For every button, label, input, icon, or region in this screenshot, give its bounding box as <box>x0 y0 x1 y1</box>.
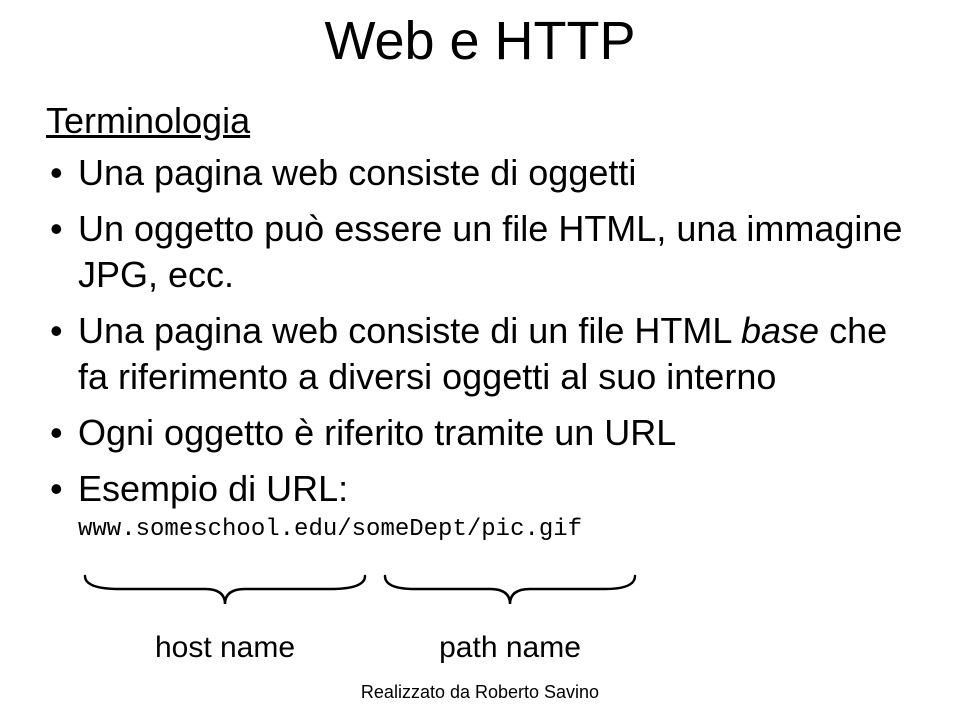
list-item: Esempio di URL: www.someschool.edu/someD… <box>50 466 920 545</box>
page-title: Web e HTTP <box>40 10 920 72</box>
brace-path <box>380 571 640 611</box>
bullet-text: Esempio di URL: <box>78 468 348 509</box>
section-heading: Terminologia <box>46 100 920 142</box>
bullet-text: Una pagina web consiste di oggetti <box>78 152 636 193</box>
bullet-text: Ogni oggetto è riferito tramite un URL <box>78 412 676 453</box>
list-item: Ogni oggetto è riferito tramite un URL <box>50 410 920 456</box>
list-item: Una pagina web consiste di un file HTML … <box>50 308 920 400</box>
url-example: www.someschool.edu/someDept/pic.gif <box>78 515 920 546</box>
list-item: Un oggetto può essere un file HTML, una … <box>50 206 920 298</box>
bullet-list: Una pagina web consiste di oggetti Un og… <box>40 150 920 545</box>
brace-host <box>80 571 370 611</box>
path-name-label: path name <box>380 631 640 665</box>
footer-credit: Realizzato da Roberto Savino <box>0 682 960 703</box>
host-name-label: host name <box>80 631 370 665</box>
bullet-text-italic: base <box>741 310 819 351</box>
brace-row: host name path name <box>80 571 920 691</box>
list-item: Una pagina web consiste di oggetti <box>50 150 920 196</box>
bullet-text: Un oggetto può essere un file HTML, una … <box>78 208 902 295</box>
slide: Web e HTTP Terminologia Una pagina web c… <box>0 0 960 709</box>
bullet-text-pre: Una pagina web consiste di un file HTML <box>78 310 741 351</box>
